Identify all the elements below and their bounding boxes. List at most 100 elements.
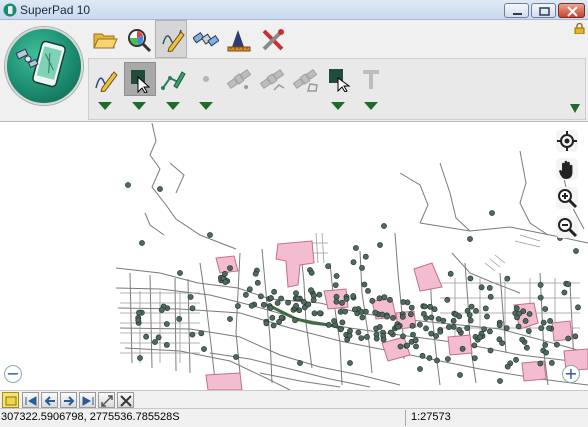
map-point[interactable] [468, 303, 475, 310]
map-point[interactable] [221, 270, 228, 277]
map-point[interactable] [362, 253, 369, 260]
map-point[interactable] [351, 306, 358, 313]
tools-button[interactable] [256, 23, 288, 55]
map-point[interactable] [407, 311, 414, 318]
map-point[interactable] [486, 284, 493, 291]
map-point[interactable] [467, 275, 474, 282]
open-folder-button[interactable] [88, 23, 120, 55]
map-point[interactable] [477, 334, 483, 341]
layer-button[interactable] [2, 392, 19, 408]
map-point[interactable] [155, 334, 162, 341]
map-point[interactable] [269, 314, 276, 321]
map-point[interactable] [538, 325, 545, 331]
map-point[interactable] [297, 360, 303, 366]
map-point[interactable] [379, 311, 386, 318]
map-point[interactable] [135, 317, 142, 324]
zoom-plus-button[interactable]: + [562, 365, 580, 383]
map-point[interactable] [457, 372, 463, 378]
zoom-in-button[interactable] [556, 187, 578, 209]
map-point[interactable] [242, 291, 249, 298]
map-point[interactable] [504, 363, 511, 370]
map-point[interactable] [234, 303, 241, 309]
map-point[interactable] [416, 321, 423, 328]
edit-vertex-button[interactable] [157, 62, 189, 96]
map-point[interactable] [377, 242, 383, 248]
map-point[interactable] [365, 287, 371, 294]
map-point[interactable] [542, 306, 549, 312]
map-point[interactable] [572, 333, 579, 340]
map-point[interactable] [447, 270, 454, 277]
map-point[interactable] [450, 323, 457, 330]
map-point[interactable] [339, 299, 345, 306]
map-point[interactable] [333, 298, 340, 305]
polygon-edit-button[interactable] [323, 62, 355, 96]
map-point[interactable] [343, 296, 350, 302]
map-point[interactable] [376, 295, 383, 302]
map-point[interactable] [342, 308, 348, 315]
map-point[interactable] [347, 360, 353, 366]
map-point[interactable] [263, 320, 270, 327]
minimize-button[interactable] [504, 3, 529, 18]
map-point[interactable] [311, 310, 318, 317]
map-point[interactable] [487, 347, 494, 354]
map-point[interactable] [410, 331, 416, 338]
map-point[interactable] [444, 356, 451, 362]
dropdown-arrow-icon[interactable] [98, 101, 112, 111]
map-point[interactable] [369, 297, 376, 304]
map-point[interactable] [408, 304, 415, 311]
map-point[interactable] [293, 290, 299, 297]
map-point[interactable] [412, 337, 419, 344]
map-point[interactable] [478, 284, 485, 291]
map-point[interactable] [546, 325, 552, 332]
map-point[interactable] [575, 304, 581, 311]
map-point[interactable] [400, 299, 407, 305]
map-point[interactable] [548, 359, 555, 366]
map-point[interactable] [176, 315, 183, 322]
map-point[interactable] [497, 378, 503, 384]
gps-line-button[interactable] [256, 62, 288, 96]
map-point[interactable] [308, 287, 314, 294]
map-canvas[interactable]: − + [0, 123, 588, 390]
map-point[interactable] [137, 355, 143, 361]
map-point[interactable] [294, 295, 301, 302]
map-point[interactable] [513, 305, 520, 312]
map-point[interactable] [207, 232, 213, 238]
add-point-button[interactable] [190, 62, 222, 96]
map-point[interactable] [260, 301, 267, 308]
dropdown-arrow-icon[interactable] [364, 101, 378, 111]
map-point[interactable] [332, 282, 339, 288]
map-point[interactable] [400, 333, 406, 340]
maximize-button[interactable] [531, 3, 556, 18]
map-point[interactable] [372, 309, 379, 316]
map-point[interactable] [565, 335, 572, 342]
map-point[interactable] [428, 314, 435, 321]
map-point[interactable] [267, 304, 274, 311]
map-point[interactable] [158, 307, 165, 313]
map-point[interactable] [139, 240, 145, 246]
map-point[interactable] [346, 332, 353, 339]
map-point[interactable] [143, 333, 149, 340]
map-point[interactable] [404, 342, 410, 349]
dropdown-arrow-icon[interactable] [166, 101, 180, 111]
map-point[interactable] [522, 317, 529, 324]
map-point[interactable] [481, 326, 487, 332]
map-point[interactable] [467, 317, 474, 324]
last-button[interactable] [79, 392, 96, 408]
map-point[interactable] [270, 322, 277, 329]
map-point[interactable] [331, 318, 337, 324]
survey-button[interactable] [222, 23, 254, 55]
map-point[interactable] [434, 357, 440, 364]
map-point[interactable] [537, 294, 544, 301]
map-point[interactable] [487, 293, 494, 300]
close-extent-button[interactable] [117, 392, 134, 408]
map-point[interactable] [125, 182, 131, 188]
map-point[interactable] [257, 293, 264, 300]
map-point[interactable] [227, 316, 233, 322]
map-point[interactable] [537, 360, 544, 367]
map-point[interactable] [339, 319, 346, 326]
close-button[interactable] [558, 3, 585, 18]
map-point[interactable] [254, 279, 261, 286]
map-point[interactable] [417, 366, 423, 372]
map-point[interactable] [395, 323, 402, 330]
map-point[interactable] [473, 307, 479, 314]
